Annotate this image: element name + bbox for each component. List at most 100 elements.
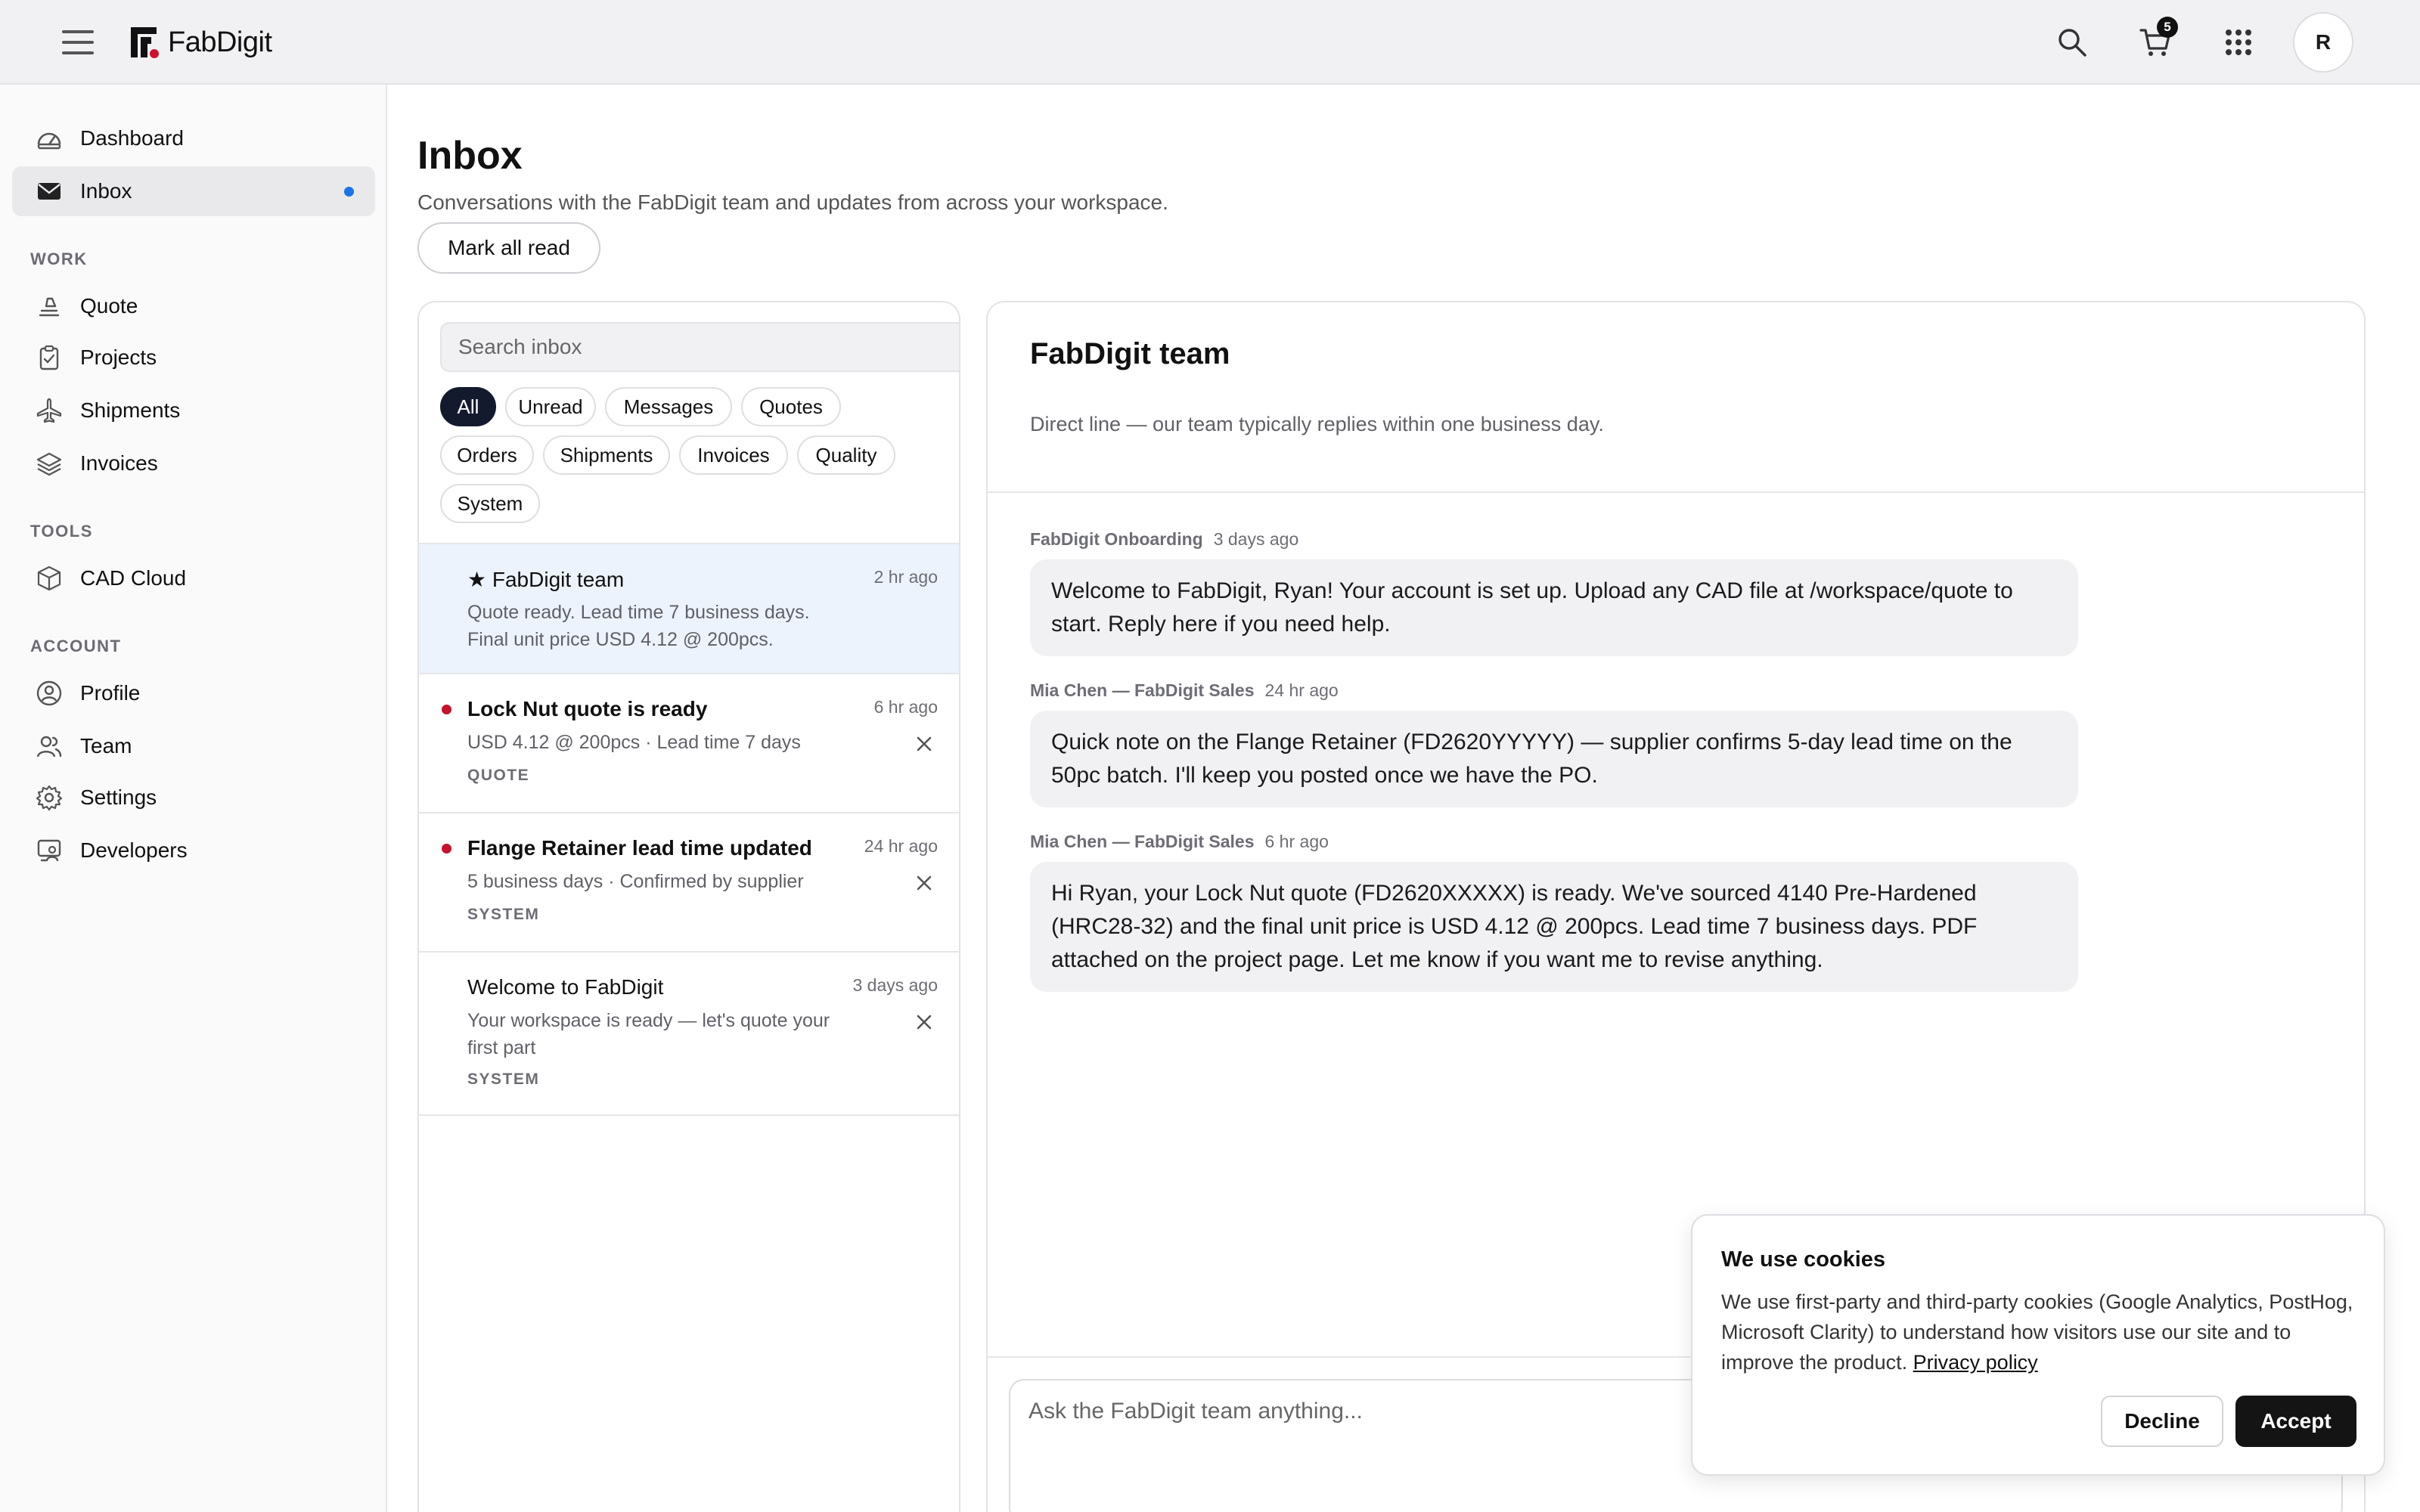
apps-grid-icon[interactable] — [2217, 21, 2260, 64]
dismiss-icon[interactable] — [914, 1012, 935, 1033]
message-bubble: Hi Ryan, your Lock Nut quote (FD2620XXXX… — [1030, 862, 2078, 992]
message-time: 3 days ago — [1213, 529, 1299, 549]
sidebar-item-quote[interactable]: Quote — [12, 281, 375, 331]
page-title: Inbox — [417, 134, 523, 178]
decline-button[interactable]: Decline — [2101, 1396, 2223, 1447]
conversation-item[interactable]: Welcome to FabDigit 3 days ago Your work… — [419, 951, 959, 1116]
sidebar-item-developers[interactable]: Developers — [12, 826, 375, 875]
nav-section-tools: TOOLS — [30, 522, 93, 541]
unread-indicator — [344, 187, 354, 197]
message-author: FabDigit Onboarding — [1030, 529, 1203, 549]
conversation-time: 6 hr ago — [873, 697, 938, 717]
conversation-time: 24 hr ago — [864, 836, 938, 856]
unread-dot — [442, 844, 451, 854]
filter-chip-invoices[interactable]: Invoices — [679, 435, 788, 475]
search-inbox-input[interactable]: Search inbox — [440, 322, 959, 372]
message-time: 24 hr ago — [1264, 680, 1339, 700]
message-time: 6 hr ago — [1264, 832, 1329, 851]
nav-section-account: ACCOUNT — [30, 637, 122, 655]
filter-chip-all[interactable]: All — [440, 387, 496, 426]
conversation-item[interactable]: Lock Nut quote is ready 6 hr ago USD 4.1… — [419, 673, 959, 812]
plane-icon — [35, 396, 64, 425]
filter-chip-messages[interactable]: Messages — [605, 387, 732, 426]
layers-icon — [35, 449, 64, 478]
unread-dot — [442, 705, 451, 714]
cube-icon — [35, 564, 64, 593]
mail-icon — [35, 177, 64, 206]
conversation-preview: Your workspace is ready — let's quote yo… — [467, 1010, 830, 1058]
sidebar-item-label: Invoices — [80, 451, 158, 475]
conversation-time: 2 hr ago — [873, 567, 938, 587]
conversation-title: Welcome to FabDigit — [467, 975, 664, 999]
chat-subtitle: Direct line — our team typically replies… — [1030, 413, 1604, 435]
sidebar-item-profile[interactable]: Profile — [12, 668, 375, 718]
cart-icon[interactable]: 5 — [2134, 17, 2178, 64]
message-meta: Mia Chen — FabDigit Sales 24 hr ago — [1030, 680, 1339, 701]
sidebar-item-settings[interactable]: Settings — [12, 773, 375, 823]
conversation-title: Lock Nut quote is ready — [467, 697, 708, 720]
sidebar-item-shipments[interactable]: Shipments — [12, 386, 375, 435]
sidebar-item-label: Shipments — [80, 398, 181, 422]
dashboard-icon — [35, 124, 64, 153]
sidebar-item-team[interactable]: Team — [12, 721, 375, 771]
cookie-banner-text: We use first-party and third-party cooki… — [1721, 1287, 2364, 1377]
privacy-policy-link[interactable]: Privacy policy — [1913, 1351, 2038, 1374]
conversation-item[interactable]: ★ FabDigit team 2 hr ago Quote ready. Le… — [419, 543, 959, 673]
conversation-item[interactable]: Flange Retainer lead time updated 24 hr … — [419, 812, 959, 951]
filter-chip-system[interactable]: System — [440, 484, 540, 523]
search-icon[interactable] — [2051, 21, 2093, 64]
sidebar-item-label: Inbox — [80, 179, 132, 203]
message-meta: Mia Chen — FabDigit Sales 6 hr ago — [1030, 832, 1329, 852]
accept-button[interactable]: Accept — [2235, 1396, 2356, 1447]
sidebar-item-label: Quote — [80, 294, 138, 318]
sidebar-item-label: Projects — [80, 345, 157, 369]
sidebar-item-label: CAD Cloud — [80, 566, 187, 590]
conversation-preview: USD 4.12 @ 200pcs · Lead time 7 days — [467, 732, 801, 753]
sidebar: Dashboard Inbox WORK Quote Projects Ship… — [0, 85, 387, 1512]
fabdigit-logo-icon — [131, 27, 159, 58]
filter-chip-shipments[interactable]: Shipments — [543, 435, 670, 475]
cookie-banner: We use cookies We use first-party and th… — [1691, 1214, 2385, 1476]
developer-icon — [35, 836, 64, 865]
chat-header: FabDigit team Direct line — our team typ… — [988, 302, 2364, 493]
conversation-tag: QUOTE — [467, 767, 530, 784]
message-bubble: Welcome to FabDigit, Ryan! Your account … — [1030, 559, 2078, 656]
dismiss-icon[interactable] — [914, 872, 935, 894]
message-meta: FabDigit Onboarding 3 days ago — [1030, 529, 1298, 550]
sidebar-item-projects[interactable]: Projects — [12, 333, 375, 383]
message-bubble: Quick note on the Flange Retainer (FD262… — [1030, 711, 2078, 807]
filter-chip-quality[interactable]: Quality — [797, 435, 895, 475]
logo[interactable]: FabDigit — [129, 23, 272, 62]
brand-name: FabDigit — [168, 26, 272, 58]
filter-chip-orders[interactable]: Orders — [440, 435, 534, 475]
conversation-time: 3 days ago — [852, 975, 938, 995]
page-subtitle: Conversations with the FabDigit team and… — [417, 191, 1168, 214]
conversation-title: ★ FabDigit team — [467, 568, 625, 591]
sidebar-item-inbox[interactable]: Inbox — [12, 166, 375, 216]
menu-icon[interactable] — [62, 29, 94, 56]
mark-all-read-button[interactable]: Mark all read — [417, 222, 600, 274]
sidebar-item-label: Settings — [80, 785, 157, 809]
conversation-list-panel: Search inbox All Unread Messages Quotes … — [417, 301, 960, 1512]
sidebar-item-invoices[interactable]: Invoices — [12, 438, 375, 488]
user-circle-icon — [35, 679, 64, 708]
sidebar-item-label: Team — [80, 734, 132, 758]
conversation-title: Flange Retainer lead time updated — [467, 836, 812, 860]
clipboard-icon — [35, 343, 64, 372]
sidebar-item-label: Profile — [80, 681, 141, 705]
sidebar-item-label: Developers — [80, 838, 188, 862]
sidebar-item-dashboard[interactable]: Dashboard — [12, 113, 375, 163]
filter-chip-unread[interactable]: Unread — [505, 387, 596, 426]
filter-chip-quotes[interactable]: Quotes — [741, 387, 841, 426]
gear-icon — [35, 783, 64, 812]
dismiss-icon[interactable] — [914, 733, 935, 754]
conversation-preview: 5 business days · Confirmed by supplier — [467, 871, 804, 892]
avatar[interactable]: R — [2293, 12, 2353, 73]
conversation-preview: Quote ready. Lead time 7 business days. … — [467, 602, 810, 650]
sidebar-item-label: Dashboard — [80, 126, 184, 150]
team-icon — [35, 732, 64, 761]
message-author: Mia Chen — FabDigit Sales — [1030, 832, 1255, 851]
conversation-tag: SYSTEM — [467, 1070, 540, 1088]
sidebar-item-cad-cloud[interactable]: CAD Cloud — [12, 553, 375, 603]
top-bar: FabDigit 5 R — [0, 0, 2420, 85]
